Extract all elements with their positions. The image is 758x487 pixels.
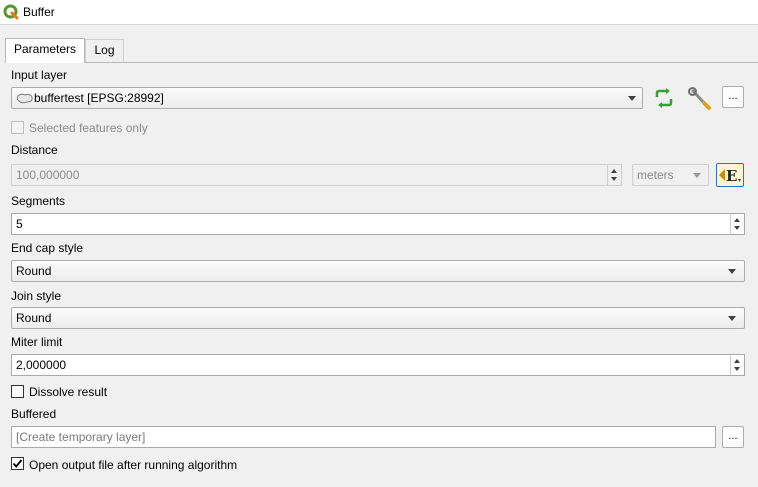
distance-value: 100,000000 — [16, 168, 80, 182]
tab-log[interactable]: Log — [85, 39, 124, 62]
svg-text:E: E — [726, 167, 737, 185]
iterate-icon[interactable] — [653, 88, 675, 108]
distance-input[interactable]: 100,000000 — [11, 164, 622, 186]
chevron-down-icon — [728, 316, 736, 321]
end-cap-style-combo[interactable]: Round — [11, 260, 745, 282]
buffered-placeholder: [Create temporary layer] — [16, 430, 146, 444]
open-output-checkbox[interactable] — [11, 457, 24, 470]
input-layer-combo[interactable]: buffertest [EPSG:28992] — [11, 87, 643, 109]
input-layer-value: buffertest [EPSG:28992] — [34, 91, 164, 105]
buffered-output-input[interactable]: [Create temporary layer] — [11, 426, 716, 448]
distance-unit-value: meters — [637, 168, 674, 182]
end-cap-style-value: Round — [16, 264, 52, 278]
input-layer-browse-button[interactable]: ... — [722, 86, 744, 108]
open-output-label: Open output file after running algorithm — [29, 458, 238, 472]
polygon-layer-icon — [16, 93, 33, 104]
join-style-label: Join style — [11, 289, 62, 303]
chevron-down-icon — [693, 173, 701, 178]
segments-spinner[interactable] — [730, 214, 744, 234]
checkmark-icon — [12, 459, 23, 468]
miter-limit-label: Miter limit — [11, 335, 63, 349]
distance-spinner[interactable] — [607, 165, 621, 185]
input-layer-label: Input layer — [11, 68, 68, 82]
selected-features-label: Selected features only — [29, 121, 148, 135]
tab-parameters[interactable]: Parameters — [5, 38, 85, 63]
miter-limit-spinner[interactable] — [730, 355, 744, 375]
join-style-combo[interactable]: Round — [11, 307, 745, 329]
distance-unit-combo[interactable]: meters — [632, 164, 709, 186]
segments-input[interactable]: 5 — [11, 213, 745, 235]
title-bar: Buffer — [0, 0, 758, 25]
buffered-browse-button[interactable]: ... — [722, 426, 744, 448]
wrench-icon[interactable] — [688, 87, 714, 111]
chevron-down-icon — [628, 96, 636, 101]
chevron-down-icon — [728, 269, 736, 274]
data-defined-override-button[interactable]: E — [716, 163, 744, 187]
buffered-label: Buffered — [11, 407, 57, 421]
selected-features-checkbox[interactable] — [11, 121, 24, 134]
expression-epsilon-icon: E — [719, 167, 741, 185]
distance-label: Distance — [11, 143, 58, 157]
qgis-logo-icon — [3, 4, 19, 20]
join-style-value: Round — [16, 311, 52, 325]
dissolve-result-checkbox[interactable] — [11, 385, 24, 398]
miter-limit-input[interactable]: 2,000000 — [11, 354, 745, 376]
end-cap-style-label: End cap style — [11, 241, 84, 255]
dissolve-result-label: Dissolve result — [29, 385, 108, 399]
segments-label: Segments — [11, 194, 66, 208]
miter-limit-value: 2,000000 — [16, 358, 67, 372]
segments-value: 5 — [16, 217, 23, 231]
window-title: Buffer — [23, 5, 55, 19]
